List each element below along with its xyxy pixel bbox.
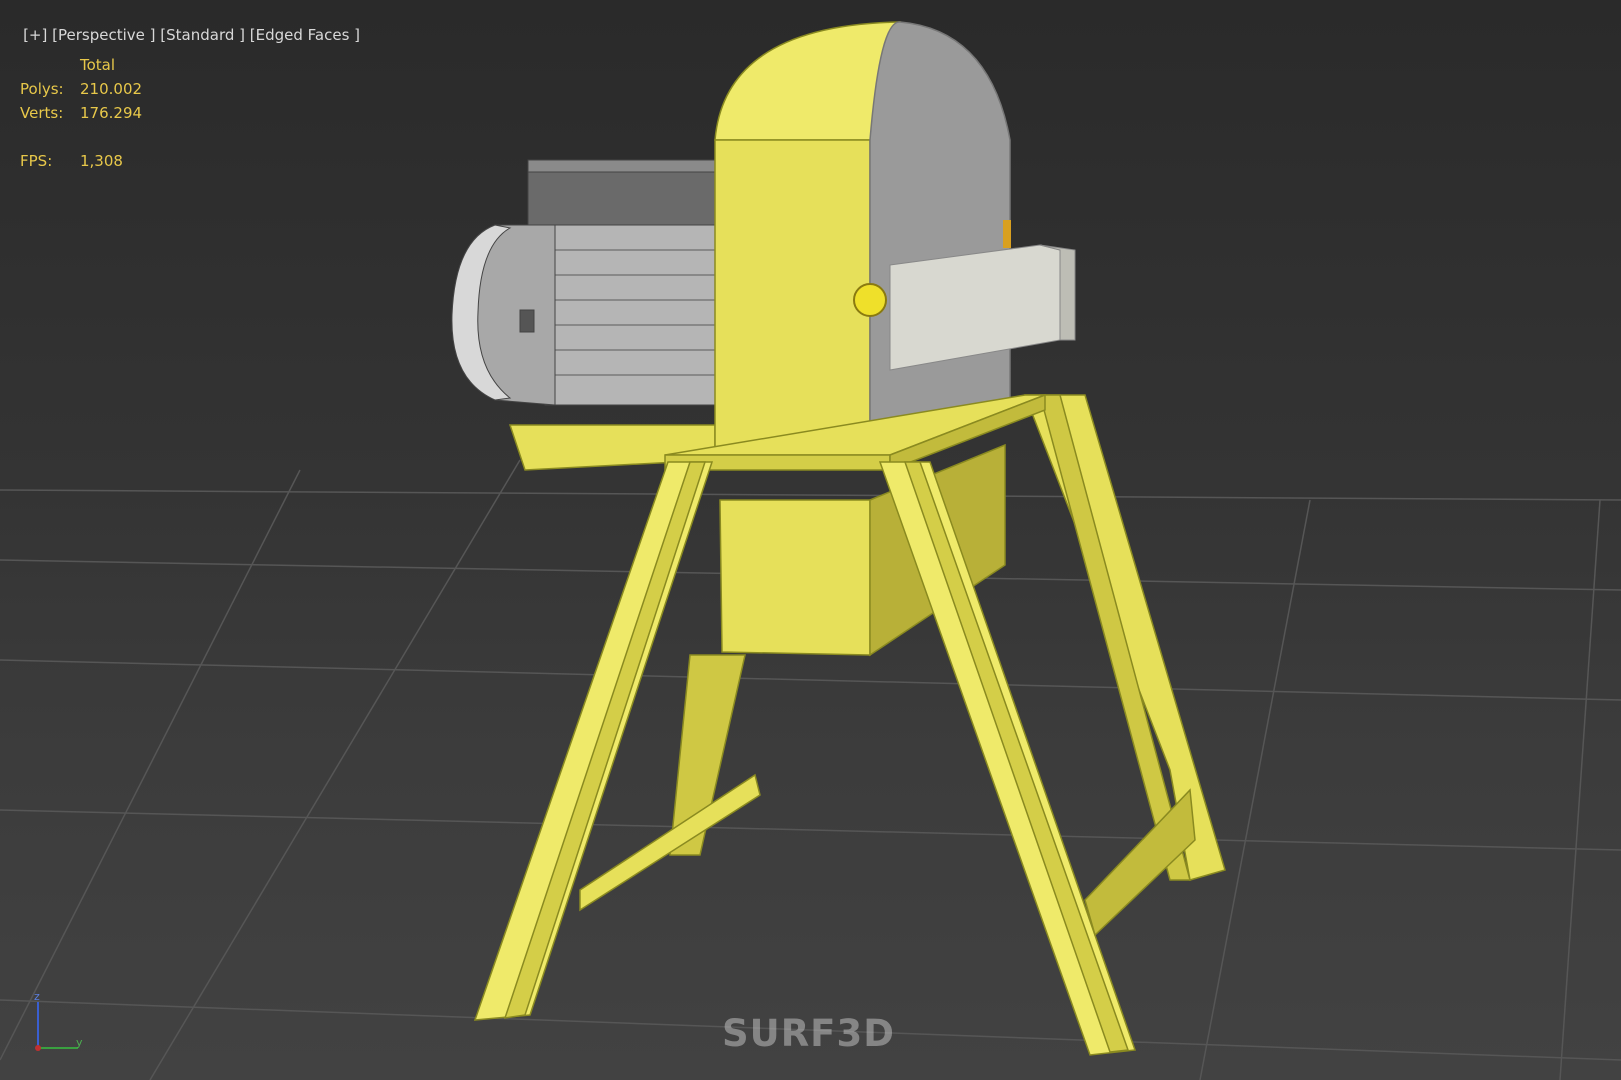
stats-fps-value: 1,308: [80, 152, 123, 170]
stats-polys-label: Polys:: [20, 80, 64, 98]
stats-polys-value: 210.002: [80, 80, 143, 98]
viewport-menu-perspective[interactable]: [Perspective ]: [52, 26, 155, 44]
perspective-viewport[interactable]: z y [+] [Perspective ] [Standard ] [Edge…: [0, 0, 1621, 1080]
stats-total-header: Total: [80, 56, 116, 74]
viewport-menu-plus[interactable]: [+]: [23, 26, 47, 44]
3d-scene[interactable]: z y: [0, 0, 1621, 1080]
gizmo-y-label: y: [76, 1036, 83, 1049]
cutter-housing: [714, 21, 1011, 451]
stats-verts-value: 176.294: [80, 104, 143, 122]
viewport-label: [+] [Perspective ] [Standard ] [Edged Fa…: [4, 8, 360, 62]
viewport-menu-shading[interactable]: [Standard ]: [160, 26, 245, 44]
watermark-logo: SURF3D: [722, 1012, 895, 1055]
stats-verts-label: Verts:: [20, 104, 64, 122]
axis-gizmo: z y: [34, 990, 83, 1051]
stats-fps-label: FPS:: [20, 152, 53, 170]
viewport-menu-edged-faces[interactable]: [Edged Faces ]: [250, 26, 360, 44]
electric-motor: [451, 159, 719, 406]
gizmo-z-label: z: [34, 990, 40, 1003]
